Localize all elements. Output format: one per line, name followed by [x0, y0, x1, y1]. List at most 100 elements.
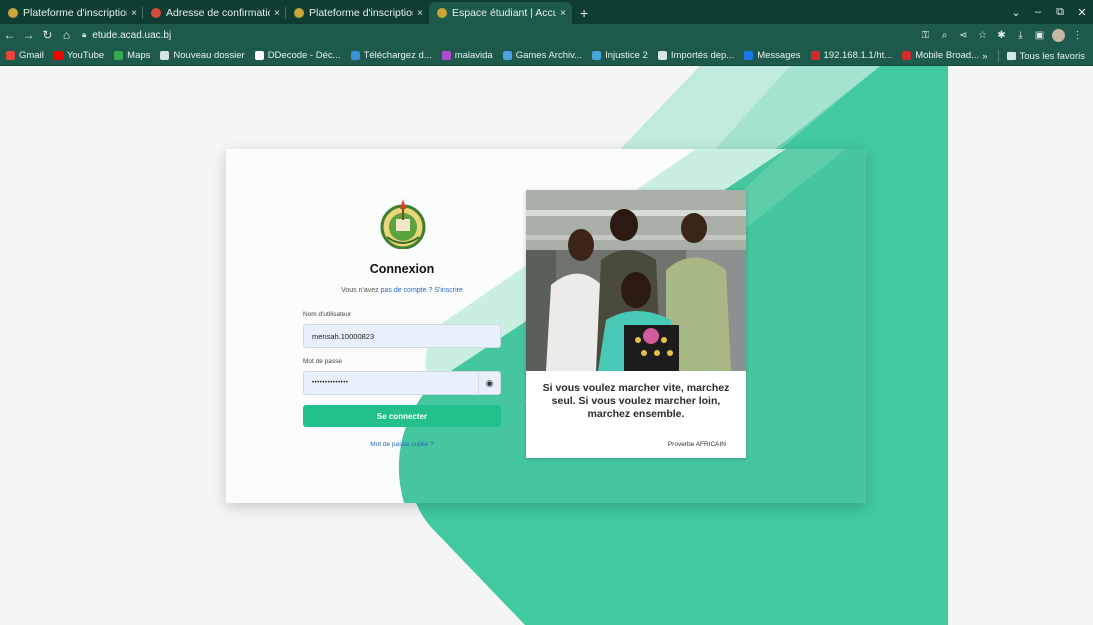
- login-card: Connexion Vous n'avez pas de compte ? S'…: [226, 149, 866, 503]
- username-value: mensah.10000823: [312, 331, 375, 341]
- browser-tab[interactable]: Espace étudiant | Accueil×: [429, 2, 572, 24]
- bookmark-item[interactable]: Messages: [744, 50, 801, 61]
- favicon-icon: [294, 8, 304, 18]
- bookmark-item[interactable]: malavida: [441, 50, 493, 61]
- page-viewport: Connexion Vous n'avez pas de compte ? S'…: [0, 66, 1093, 625]
- maximize-button[interactable]: ⧉: [1049, 6, 1071, 19]
- favicon-icon: [8, 8, 18, 18]
- bookmark-label: Nouveau dossier: [173, 50, 245, 61]
- home-icon[interactable]: ⌂: [57, 28, 76, 42]
- share-icon[interactable]: ⋖: [954, 30, 973, 41]
- bookmark-label: Gmail: [19, 50, 44, 61]
- download-icon[interactable]: ⤓: [1011, 30, 1030, 41]
- browser-tab[interactable]: Adresse de confirmation ×: [143, 2, 286, 24]
- key-icon[interactable]: ⚿: [916, 30, 935, 41]
- site-icon: [502, 51, 512, 60]
- bookmark-item[interactable]: 192.168.1.1/ht...: [810, 50, 893, 61]
- close-tab-icon[interactable]: ×: [131, 8, 137, 19]
- show-password-icon[interactable]: ◉: [478, 372, 500, 394]
- gmail-icon: [6, 51, 15, 60]
- favicon-icon: [151, 8, 161, 18]
- university-logo: [380, 199, 426, 249]
- tab-title: Plateforme d'inscription: [23, 7, 128, 19]
- tab-title: Espace étudiant | Accueil: [452, 7, 557, 19]
- username-label: Nom d'utilisateur: [303, 311, 352, 318]
- bookmark-item[interactable]: Importés dep...: [657, 50, 735, 61]
- router-icon: [902, 51, 912, 60]
- bookmarks-bar: Gmail YouTube Maps Nouveau dossier DDecode -…: [0, 46, 1093, 66]
- bookmark-item[interactable]: DDecode - Déc...: [254, 50, 341, 61]
- extensions-icon[interactable]: ✱: [992, 30, 1011, 41]
- username-field[interactable]: mensah.10000823: [303, 324, 501, 348]
- zoom-icon[interactable]: ⌕: [935, 30, 954, 41]
- site-icon: [254, 51, 264, 60]
- reload-icon[interactable]: ↻: [38, 28, 57, 42]
- site-icon: [441, 51, 451, 60]
- router-icon: [810, 51, 820, 60]
- bookmark-label: 192.168.1.1/ht...: [823, 50, 893, 61]
- profile-avatar[interactable]: [1052, 28, 1065, 42]
- tab-search-icon[interactable]: ⌄: [1005, 6, 1027, 19]
- bookmark-label: YouTube: [66, 50, 105, 61]
- bookmark-item[interactable]: Gmail: [6, 50, 44, 61]
- tab-title: Plateforme d'inscription: [309, 7, 414, 19]
- password-field[interactable]: •••••••••••••• ◉: [303, 371, 501, 395]
- quote-author: Proverbe AFRICAIN: [667, 441, 726, 448]
- minimize-button[interactable]: –: [1027, 6, 1049, 18]
- site-icon: [350, 51, 360, 60]
- close-tab-icon[interactable]: ×: [560, 8, 566, 19]
- bookmark-label: Téléchargez d...: [363, 50, 432, 61]
- bookmark-label: Mobile Broad...: [915, 50, 980, 61]
- toolbar: ← → ↻ ⌂ 🔒︎ etude.acad.uac.bj ⚿ ⌕ ⋖ ☆ ✱ ⤓…: [0, 24, 1093, 46]
- maps-icon: [114, 51, 124, 60]
- bookmark-label: Importés dep...: [670, 50, 735, 61]
- password-value: ••••••••••••••: [312, 380, 349, 386]
- bookmark-item[interactable]: Nouveau dossier: [160, 50, 245, 61]
- menu-icon[interactable]: ⋮: [1068, 30, 1087, 41]
- signup-link[interactable]: S'inscrire: [434, 287, 463, 294]
- no-account-link[interactable]: pas de compte ?: [381, 287, 433, 294]
- close-tab-icon[interactable]: ×: [417, 8, 423, 19]
- bookmark-item[interactable]: Injustice 2: [592, 50, 648, 61]
- back-icon[interactable]: ←: [0, 28, 19, 42]
- url-text: etude.acad.uac.bj: [92, 29, 172, 41]
- bookmark-label: Messages: [757, 50, 801, 61]
- bookmark-item[interactable]: Games Archiv...: [502, 50, 583, 61]
- tab-strip: Plateforme d'inscription × Adresse de conf…: [0, 0, 1093, 24]
- folder-icon: [657, 51, 667, 60]
- folder-icon: [1006, 52, 1016, 60]
- bookmark-item[interactable]: Maps: [114, 50, 150, 61]
- bookmark-label: malavida: [454, 50, 493, 61]
- quote-card: Si vous voulez marcher vite, marchez seu…: [526, 190, 746, 458]
- tab-title: Adresse de confirmation: [166, 7, 271, 19]
- window-controls: ⌄ – ⧉ ✕: [1005, 0, 1093, 24]
- students-photo: [526, 190, 746, 371]
- password-label: Mot de passe: [303, 358, 343, 365]
- bookmark-item[interactable]: Mobile Broad...: [902, 50, 979, 61]
- signup-prompt-text: Vous n'avez: [341, 287, 379, 294]
- address-bar[interactable]: 🔒︎ etude.acad.uac.bj: [82, 27, 916, 44]
- all-bookmarks-button[interactable]: Tous les favoris: [1020, 51, 1085, 62]
- favicon-icon: [437, 8, 447, 18]
- close-window-button[interactable]: ✕: [1071, 6, 1093, 19]
- bookmarks-overflow-button[interactable]: »: [982, 51, 987, 62]
- bookmark-item[interactable]: Téléchargez d...: [350, 50, 432, 61]
- browser-tab[interactable]: Plateforme d'inscription ×: [0, 2, 143, 24]
- youtube-icon: [53, 51, 63, 60]
- forward-icon[interactable]: →: [19, 28, 38, 42]
- close-tab-icon[interactable]: ×: [274, 8, 280, 19]
- bookmark-label: Injustice 2: [605, 50, 648, 61]
- bookmark-label: DDecode - Déc...: [267, 50, 341, 61]
- quote-text: Si vous voulez marcher vite, marchez seu…: [542, 382, 730, 420]
- lock-icon[interactable]: 🔒︎: [82, 30, 86, 40]
- bookmark-label: Games Archiv...: [515, 50, 583, 61]
- bookmark-item[interactable]: YouTube: [53, 50, 105, 61]
- star-icon[interactable]: ☆: [973, 30, 992, 41]
- facebook-icon: [744, 51, 754, 60]
- browser-tab[interactable]: Plateforme d'inscription ×: [286, 2, 429, 24]
- new-tab-button[interactable]: +: [572, 2, 596, 24]
- site-icon: [592, 51, 602, 60]
- side-panel-icon[interactable]: ▣: [1030, 30, 1049, 41]
- login-button[interactable]: Se connecter: [303, 405, 501, 427]
- bookmark-label: Maps: [127, 50, 151, 61]
